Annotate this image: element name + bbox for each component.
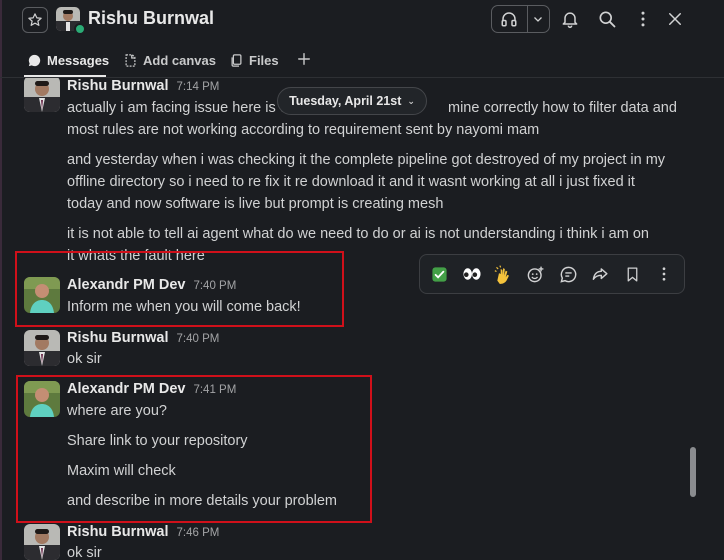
author-name[interactable]: Rishu Burnwal (67, 78, 169, 94)
bell-icon (562, 12, 578, 29)
avatar[interactable] (24, 524, 60, 560)
avatar[interactable] (24, 78, 60, 112)
chevron-down-icon: ⌄ (407, 95, 415, 106)
files-icon (231, 54, 242, 67)
search-icon (599, 11, 616, 28)
message-author[interactable]: Rishu Burnwal 7:14 PM (67, 78, 219, 94)
message-text: offline directory so i need to re fix it… (67, 174, 635, 190)
message-time[interactable]: 7:46 PM (177, 527, 220, 539)
avatar[interactable] (24, 330, 60, 366)
bookmark-icon (627, 266, 637, 282)
eyes-icon (463, 268, 481, 280)
huddle-button[interactable] (492, 6, 528, 32)
reply-thread-button[interactable] (557, 263, 579, 285)
date-label: Tuesday, April 21st (289, 94, 402, 108)
message-text: and yesterday when i was checking it the… (67, 152, 666, 168)
canvas-icon (125, 54, 136, 67)
thread-icon (559, 266, 576, 283)
raised-hands-icon (494, 265, 509, 284)
message-text: most rules are not working according to … (67, 122, 540, 138)
notifications-button[interactable] (557, 6, 583, 32)
message-author[interactable]: Rishu Burnwal 7:40 PM (67, 330, 219, 346)
vertical-ellipsis-icon (662, 267, 666, 281)
message-text: ok sir (67, 545, 102, 560)
add-reaction-button[interactable] (524, 263, 546, 285)
star-icon (28, 13, 42, 26)
eyes-reaction-button[interactable] (461, 263, 483, 285)
message-author[interactable]: Rishu Burnwal 7:46 PM (67, 524, 219, 540)
search-button[interactable] (594, 6, 620, 32)
message-text: mine correctly how to filter data and (448, 100, 677, 116)
message-text: today and now software is live but promp… (67, 196, 444, 212)
vertical-ellipsis-icon (641, 11, 645, 27)
check-reaction-button[interactable] (428, 263, 450, 285)
headphones-icon (501, 12, 517, 27)
page-title[interactable]: Rishu Burnwal (88, 8, 214, 29)
huddle-button-group (491, 5, 550, 33)
check-mark-icon (431, 266, 447, 282)
message-time[interactable]: 7:14 PM (177, 81, 220, 93)
highlight-box (15, 251, 344, 327)
plus-icon (298, 53, 310, 65)
raised-hands-reaction-button[interactable] (493, 263, 515, 285)
message-time[interactable]: 7:40 PM (177, 333, 220, 345)
add-emoji-icon (527, 266, 543, 282)
highlight-box (16, 375, 372, 523)
message-text: actually i am facing issue here is c (67, 100, 288, 116)
close-button[interactable] (662, 6, 688, 32)
message-text: ok sir (67, 351, 102, 367)
tab-add-canvas[interactable]: Add canvas (123, 53, 216, 68)
close-icon (669, 13, 681, 25)
date-divider-button[interactable]: Tuesday, April 21st ⌄ (277, 87, 427, 115)
message-text: it is not able to tell ai agent what do … (67, 226, 649, 242)
channel-tabs: Messages Add canvas Files (0, 48, 724, 77)
share-arrow-icon (592, 267, 608, 280)
tab-files[interactable]: Files (229, 53, 279, 68)
scrollbar-thumb[interactable] (690, 447, 696, 497)
presence-indicator (74, 23, 86, 35)
message-actions-toolbar (419, 254, 685, 294)
forward-button[interactable] (589, 263, 611, 285)
author-name[interactable]: Rishu Burnwal (67, 330, 169, 346)
channel-header: Rishu Burnwal (0, 0, 724, 40)
author-name[interactable]: Rishu Burnwal (67, 524, 169, 540)
add-tab-button[interactable] (297, 52, 316, 66)
tab-label: Files (249, 53, 279, 68)
more-options-button[interactable] (630, 6, 656, 32)
tab-label: Messages (47, 53, 110, 68)
tab-label: Add canvas (143, 53, 216, 68)
star-button[interactable] (22, 7, 48, 33)
message-icon (28, 54, 41, 67)
huddle-options-button[interactable] (528, 6, 549, 32)
more-actions-button[interactable] (653, 263, 675, 285)
chevron-down-icon (534, 17, 543, 22)
tab-messages[interactable]: Messages (27, 53, 109, 68)
save-for-later-button[interactable] (621, 263, 643, 285)
